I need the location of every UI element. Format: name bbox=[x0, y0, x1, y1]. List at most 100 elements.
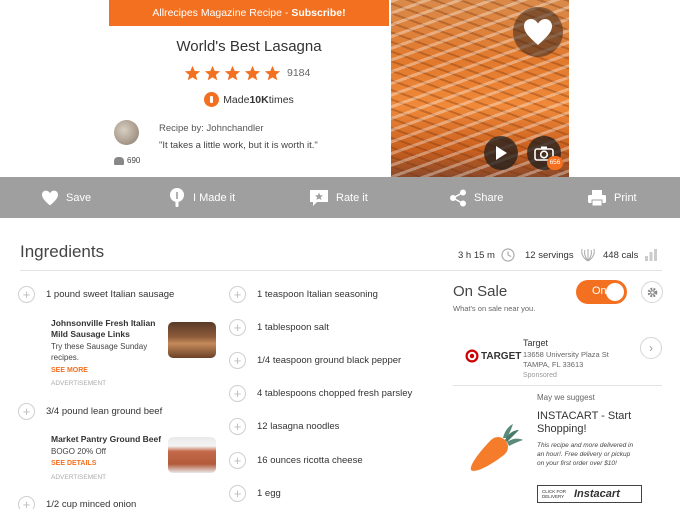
save-heart-button[interactable] bbox=[513, 7, 563, 57]
ingredient-item[interactable]: +12 lasagna noodles bbox=[229, 418, 339, 435]
recipe-by: Recipe by: Johnchandler bbox=[159, 123, 264, 134]
share-icon bbox=[450, 189, 466, 206]
instacart-logo: Instacart bbox=[574, 488, 620, 500]
instacart-title[interactable]: INSTACART - Start Shopping! bbox=[537, 410, 631, 436]
panel-divider bbox=[453, 385, 662, 386]
made-prefix: Made bbox=[223, 93, 250, 106]
target-logo[interactable]: TARGET bbox=[465, 349, 521, 363]
ingredient-item[interactable]: +1 teaspoon Italian seasoning bbox=[229, 286, 378, 303]
ingredient-text: 1/2 cup minced onion bbox=[46, 499, 137, 509]
add-ingredient-icon[interactable]: + bbox=[18, 286, 35, 303]
heart-icon bbox=[524, 19, 552, 45]
made-it-label: I Made it bbox=[193, 191, 236, 204]
prep-time-value: 3 h 15 m bbox=[458, 249, 495, 261]
made-it-button[interactable]: I Made it bbox=[168, 177, 235, 218]
see-details-link[interactable]: SEE DETAILS bbox=[51, 460, 96, 467]
store-address: 13658 University Plaza St TAMPA, FL 33613 bbox=[523, 350, 609, 370]
add-ingredient-icon[interactable]: + bbox=[229, 286, 246, 303]
store-name[interactable]: Target bbox=[523, 338, 548, 348]
ingredient-item[interactable]: +1/2 cup minced onion bbox=[18, 496, 136, 509]
subscribe-banner[interactable]: Allrecipes Magazine Recipe - Subscribe! bbox=[109, 0, 389, 26]
recipe-quote: "It takes a little work, but it is worth… bbox=[159, 140, 318, 151]
on-sale-heading: On Sale bbox=[453, 283, 508, 300]
share-button[interactable]: Share bbox=[449, 177, 503, 218]
ingredient-text: 1 egg bbox=[257, 488, 281, 499]
sausage-product-image[interactable] bbox=[168, 322, 216, 358]
see-more-link[interactable]: SEE MORE bbox=[51, 367, 88, 374]
ingredient-text: 12 lasagna noodles bbox=[257, 421, 340, 432]
instacart-title-line: Shopping! bbox=[537, 423, 587, 435]
followers-count: 690 bbox=[127, 156, 141, 165]
star-rating[interactable]: 9184 bbox=[184, 64, 310, 82]
beef-ad-title[interactable]: Market Pantry Ground Beef bbox=[51, 434, 161, 445]
star-icon[interactable] bbox=[264, 65, 281, 82]
calories[interactable]: 448 cals bbox=[603, 248, 658, 262]
settings-button[interactable] bbox=[641, 281, 663, 303]
on-sale-toggle[interactable]: On bbox=[576, 280, 627, 304]
sausage-ad-title[interactable]: Johnsonville Fresh Italian Mild Sausage L… bbox=[51, 318, 155, 340]
ingredients-heading: Ingredients bbox=[20, 242, 105, 261]
author-avatar[interactable] bbox=[114, 120, 139, 145]
save-button[interactable]: Save bbox=[41, 177, 91, 218]
calories-value: 448 cals bbox=[603, 249, 639, 261]
add-ingredient-icon[interactable]: + bbox=[18, 403, 35, 420]
ingredient-item[interactable]: +1 egg bbox=[229, 485, 281, 502]
servings[interactable]: 12 servings bbox=[525, 248, 596, 262]
ad-text-line: Try these Sausage Sunday bbox=[51, 342, 148, 351]
ingredient-text: 1 pound sweet Italian sausage bbox=[46, 289, 175, 300]
add-ingredient-icon[interactable]: + bbox=[18, 496, 35, 509]
photo-count-badge: 656 bbox=[547, 156, 563, 170]
author-link[interactable]: Johnchandler bbox=[207, 123, 264, 134]
store-address-line: 13658 University Plaza St bbox=[523, 350, 609, 359]
print-button[interactable]: Print bbox=[587, 177, 637, 218]
followers-icon bbox=[114, 156, 124, 165]
recipe-title: World's Best Lasagna bbox=[176, 38, 322, 55]
rating-count[interactable]: 9184 bbox=[287, 67, 310, 79]
play-video-button[interactable] bbox=[484, 136, 518, 170]
add-ingredient-icon[interactable]: + bbox=[229, 352, 246, 369]
beef-ad-text: BOGO 20% Off bbox=[51, 447, 106, 456]
recipe-photo[interactable]: 656 bbox=[391, 0, 569, 177]
add-ingredient-icon[interactable]: + bbox=[229, 485, 246, 502]
ingredient-text: 1/4 teaspoon ground black pepper bbox=[257, 355, 402, 366]
add-ingredient-icon[interactable]: + bbox=[229, 418, 246, 435]
ingredient-item[interactable]: +1/4 teaspoon ground black pepper bbox=[229, 352, 401, 369]
ground-beef-product-image[interactable] bbox=[168, 437, 216, 473]
instacart-description: This recipe and more delivered in an hou… bbox=[537, 442, 634, 467]
ingredient-item[interactable]: +4 tablespoons chopped fresh parsley bbox=[229, 385, 412, 402]
add-ingredient-icon[interactable]: + bbox=[229, 319, 246, 336]
play-icon bbox=[496, 146, 507, 160]
ingredient-text: 1 teaspoon Italian seasoning bbox=[257, 289, 378, 300]
star-icon[interactable] bbox=[224, 65, 241, 82]
ingredient-item[interactable]: +16 ounces ricotta cheese bbox=[229, 452, 363, 469]
save-label: Save bbox=[66, 191, 92, 204]
sponsored-label: Sponsored bbox=[523, 372, 557, 379]
ingredient-item[interactable]: +1 tablespoon salt bbox=[229, 319, 329, 336]
subscribe-link[interactable]: Subscribe! bbox=[291, 7, 345, 19]
star-icon[interactable] bbox=[244, 65, 261, 82]
ingredient-item[interactable]: +1 pound sweet Italian sausage bbox=[18, 286, 174, 303]
prep-time[interactable]: 3 h 15 m bbox=[458, 248, 515, 262]
advertisement-label: ADVERTISEMENT bbox=[51, 474, 107, 481]
target-logo-text: TARGET bbox=[481, 350, 522, 362]
star-icon[interactable] bbox=[204, 65, 221, 82]
recipe-page: Allrecipes Magazine Recipe - Subscribe! … bbox=[0, 0, 680, 509]
add-ingredient-icon[interactable]: + bbox=[229, 385, 246, 402]
ingredients-divider bbox=[20, 270, 662, 271]
recipe-summary-card: World's Best Lasagna 9184 Made 10K times… bbox=[109, 26, 389, 177]
instacart-delivery-button[interactable]: CLICK FOR DELIVERY Instacart bbox=[537, 485, 642, 503]
toggle-knob bbox=[606, 283, 624, 301]
store-next-button[interactable]: › bbox=[640, 337, 662, 359]
chef-hat-icon bbox=[170, 187, 184, 207]
star-icon[interactable] bbox=[184, 65, 201, 82]
ingredient-text: 4 tablespoons chopped fresh parsley bbox=[257, 388, 413, 399]
nutrition-icon bbox=[645, 249, 658, 261]
ingredient-text: 3/4 pound lean ground beef bbox=[46, 406, 163, 417]
rate-it-button[interactable]: Rate it bbox=[309, 177, 368, 218]
ingredient-item[interactable]: +3/4 pound lean ground beef bbox=[18, 403, 162, 420]
ingredient-text: 1 tablespoon salt bbox=[257, 322, 329, 333]
instacart-title-line: INSTACART - Start bbox=[537, 410, 632, 422]
printer-icon bbox=[588, 189, 606, 206]
add-ingredient-icon[interactable]: + bbox=[229, 452, 246, 469]
ingredient-text: 16 ounces ricotta cheese bbox=[257, 455, 363, 466]
